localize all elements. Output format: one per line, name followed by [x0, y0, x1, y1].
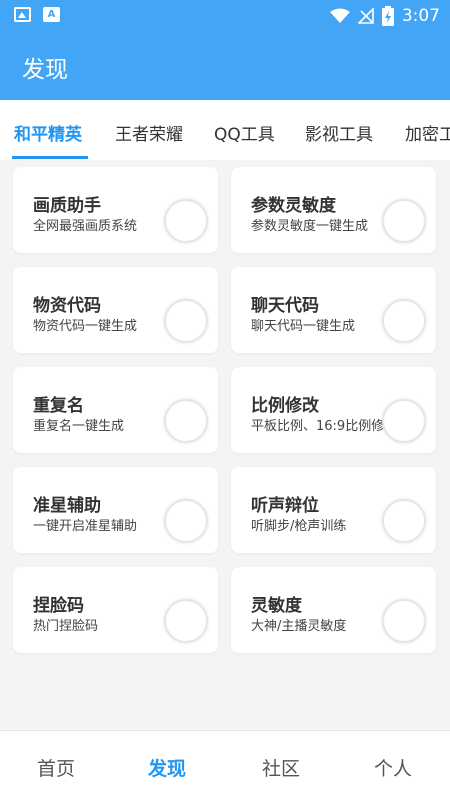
card-subtitle: 热门捏脸码 — [33, 619, 99, 634]
card-title: 比例修改 — [251, 396, 319, 416]
card-title: 参数灵敏度 — [251, 196, 336, 216]
tool-card-sensitivity[interactable]: 灵敏度 大神/主播灵敏度 — [231, 567, 436, 653]
card-subtitle: 平板比例、16:9比例修改 — [251, 419, 398, 434]
no-signal-icon — [357, 8, 374, 24]
card-icon — [382, 299, 426, 343]
nav-community[interactable]: 社区 — [262, 754, 300, 781]
card-title: 灵敏度 — [251, 596, 302, 616]
tool-card-ratio-modify[interactable]: 比例修改 平板比例、16:9比例修改 — [231, 367, 436, 453]
card-icon — [164, 599, 208, 643]
card-icon — [382, 399, 426, 443]
bottom-nav: 首页 发现 社区 个人 — [0, 730, 450, 800]
card-subtitle: 重复名一键生成 — [33, 419, 125, 434]
card-subtitle: 大神/主播灵敏度 — [251, 619, 347, 634]
tool-card-chat-code[interactable]: 聊天代码 聊天代码一键生成 — [231, 267, 436, 353]
card-subtitle: 物资代码一键生成 — [33, 319, 138, 334]
tab-qq-tools[interactable]: QQ工具 — [214, 120, 275, 145]
nav-profile[interactable]: 个人 — [374, 754, 412, 781]
tool-card-item-code[interactable]: 物资代码 物资代码一键生成 — [13, 267, 218, 353]
card-subtitle: 聊天代码一键生成 — [251, 319, 356, 334]
card-icon — [382, 199, 426, 243]
tool-card-duplicate-name[interactable]: 重复名 重复名一键生成 — [13, 367, 218, 453]
tool-card-face-code[interactable]: 捏脸码 热门捏脸码 — [13, 567, 218, 653]
card-title: 捏脸码 — [33, 596, 84, 616]
image-icon — [14, 7, 31, 22]
card-icon — [382, 499, 426, 543]
card-title: 聊天代码 — [251, 296, 319, 316]
card-title: 准星辅助 — [33, 496, 101, 516]
card-subtitle: 听脚步/枪声训练 — [251, 519, 347, 534]
tool-card-quality-helper[interactable]: 画质助手 全网最强画质系统 — [13, 167, 218, 253]
nav-home[interactable]: 首页 — [37, 754, 75, 781]
page-title: 发现 — [22, 57, 68, 83]
tab-encryption-tools[interactable]: 加密工 — [405, 120, 450, 145]
card-icon — [164, 299, 208, 343]
card-title: 物资代码 — [33, 296, 101, 316]
tool-card-param-sensitivity[interactable]: 参数灵敏度 参数灵敏度一键生成 — [231, 167, 436, 253]
tool-card-crosshair[interactable]: 准星辅助 一键开启准星辅助 — [13, 467, 218, 553]
card-icon — [164, 399, 208, 443]
tab-wangzhe-rongyao[interactable]: 王者荣耀 — [115, 120, 183, 145]
tab-indicator — [12, 156, 88, 159]
card-subtitle: 全网最强画质系统 — [33, 219, 138, 234]
text-icon: A — [43, 7, 60, 22]
tab-heping-jingying[interactable]: 和平精英 — [14, 120, 82, 145]
category-tabs: 和平精英 王者荣耀 QQ工具 影视工具 加密工 — [0, 100, 450, 160]
card-title: 重复名 — [33, 396, 84, 416]
card-icon — [164, 199, 208, 243]
status-bar: A 3:07 — [0, 0, 450, 32]
card-subtitle: 参数灵敏度一键生成 — [251, 219, 369, 234]
app-bar: 发现 — [0, 32, 450, 100]
card-icon — [164, 499, 208, 543]
tool-card-sound-locate[interactable]: 听声辩位 听脚步/枪声训练 — [231, 467, 436, 553]
card-title: 听声辩位 — [251, 496, 319, 516]
tab-video-tools[interactable]: 影视工具 — [305, 120, 373, 145]
nav-discover[interactable]: 发现 — [148, 754, 186, 781]
status-time: 3:07 — [401, 6, 440, 26]
card-icon — [382, 599, 426, 643]
battery-icon — [381, 6, 394, 26]
wifi-icon — [329, 8, 350, 23]
card-subtitle: 一键开启准星辅助 — [33, 519, 138, 534]
card-title: 画质助手 — [33, 196, 101, 216]
